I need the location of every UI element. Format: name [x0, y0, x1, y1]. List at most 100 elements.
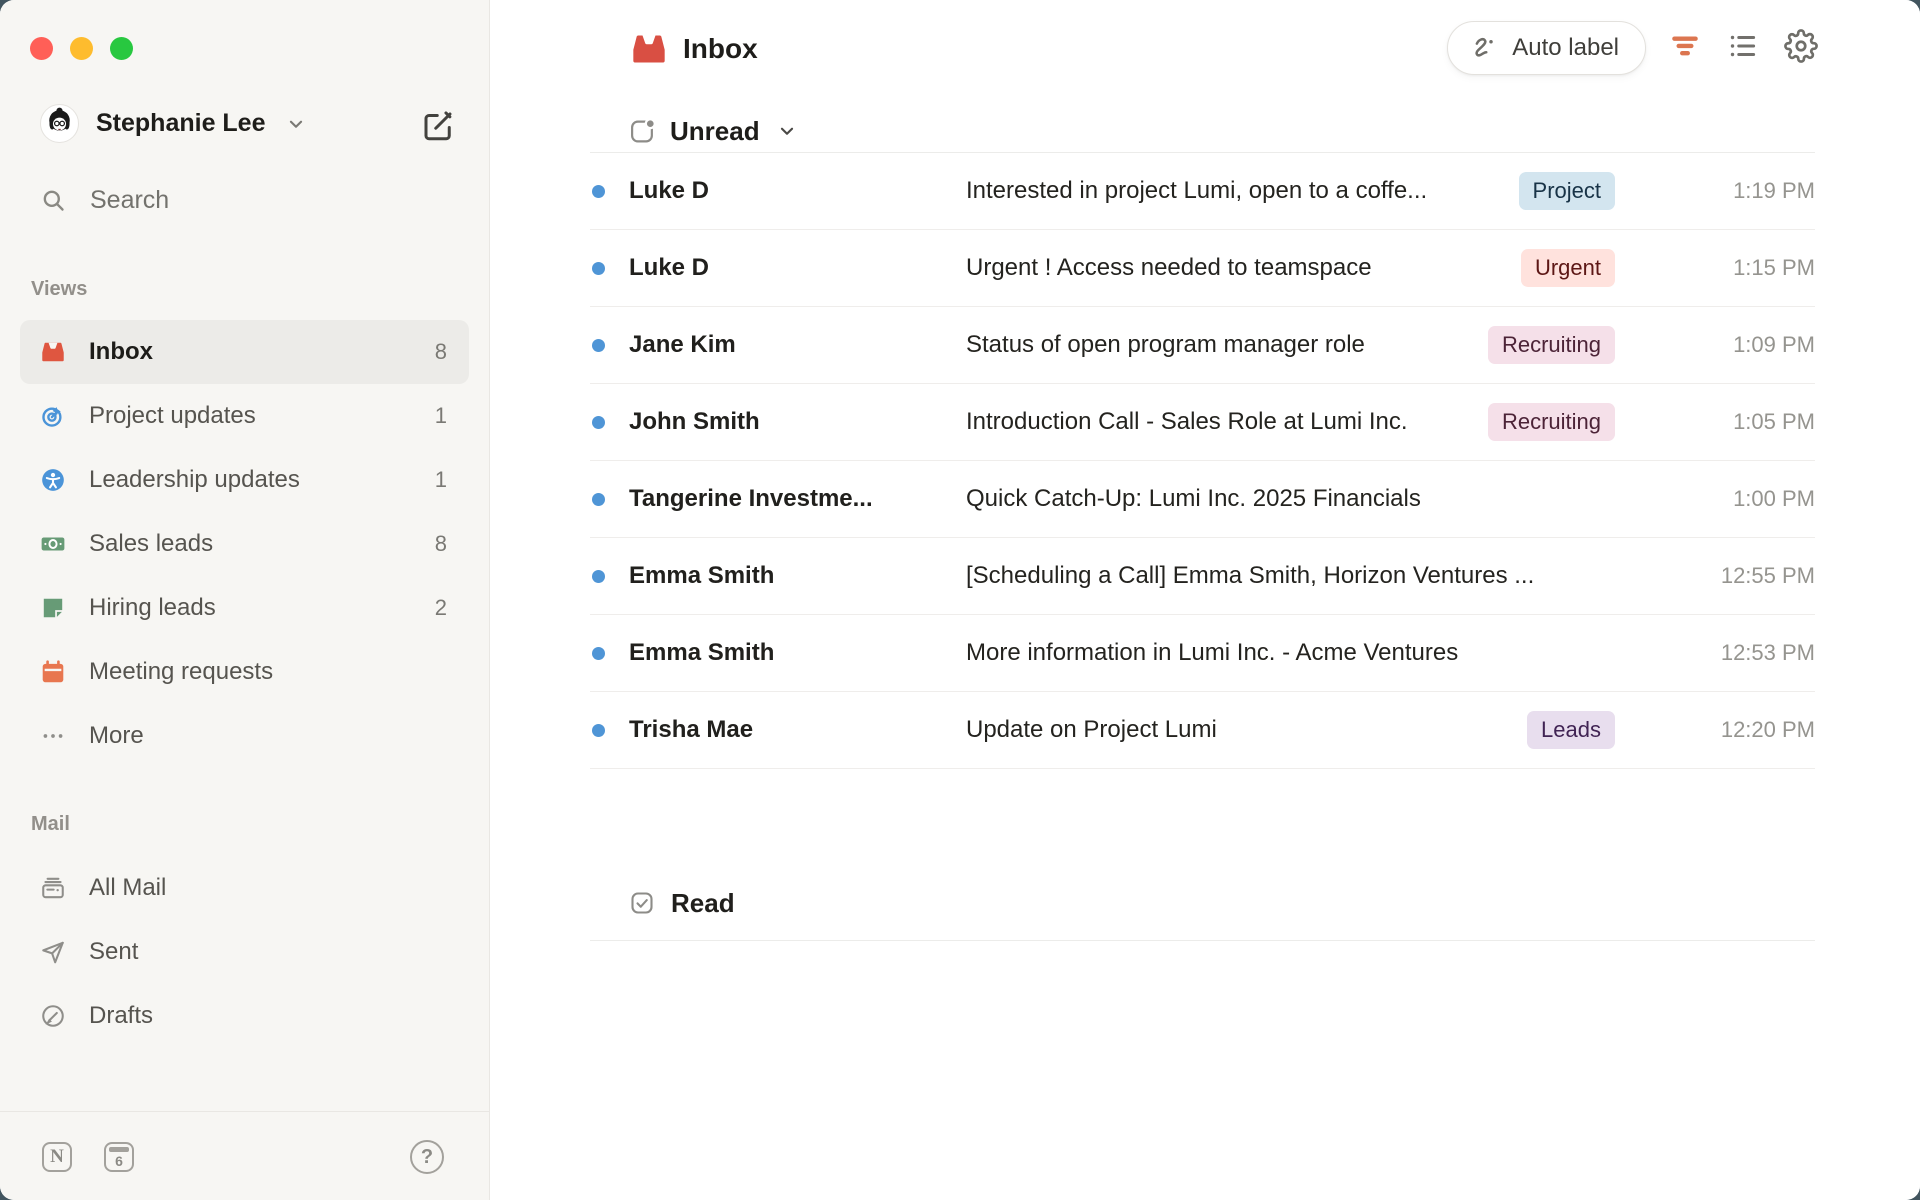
sidebar-item-label: More: [89, 722, 424, 750]
email-row[interactable]: Jane KimStatus of open program manager r…: [590, 307, 1815, 384]
email-row[interactable]: John SmithIntroduction Call - Sales Role…: [590, 384, 1815, 461]
account-switcher[interactable]: Stephanie Lee: [40, 104, 307, 143]
sidebar-item-label: Hiring leads: [89, 594, 412, 622]
money-icon: [40, 531, 66, 557]
sidebar-item-count: 1: [435, 467, 447, 493]
email-label-badge[interactable]: Leads: [1527, 711, 1615, 749]
sidebar-item-inbox[interactable]: Inbox 8: [20, 320, 469, 384]
unread-dot: [592, 570, 605, 583]
search-icon: [40, 187, 67, 214]
email-label-badge[interactable]: Project: [1519, 172, 1615, 210]
email-sender: Jane Kim: [629, 331, 966, 359]
email-subject: Interested in project Lumi, open to a co…: [966, 177, 1519, 205]
sidebar-item-label: Leadership updates: [89, 466, 412, 494]
unread-dot: [592, 185, 605, 198]
read-section-toggle[interactable]: Read: [590, 880, 1815, 926]
email-row[interactable]: Emma Smith[Scheduling a Call] Emma Smith…: [590, 538, 1815, 615]
draft-icon: [40, 1003, 66, 1029]
page-title-group: Inbox: [630, 30, 758, 68]
question-glyph: ?: [421, 1146, 433, 1169]
sidebar-item-leadership-updates[interactable]: Leadership updates 1: [20, 448, 469, 512]
email-time: 1:19 PM: [1615, 178, 1815, 204]
unread-dot-cell: [590, 416, 629, 429]
sidebar-item-hiring-leads[interactable]: Hiring leads 2: [20, 576, 469, 640]
sidebar-item-project-updates[interactable]: Project updates1: [20, 384, 469, 448]
unread-dot: [592, 647, 605, 660]
calendar-icon: [40, 659, 66, 685]
sidebar-item-count: 2: [435, 595, 447, 621]
views-nav: Inbox8Project updates1Leadership updates…: [0, 320, 489, 768]
unread-section-label: Unread: [670, 116, 760, 147]
note-icon: [40, 595, 66, 621]
email-sender: Luke D: [629, 254, 966, 282]
list-view-button[interactable]: [1724, 29, 1762, 67]
person-icon: [40, 467, 66, 493]
email-label-badge[interactable]: Recruiting: [1488, 326, 1615, 364]
send-icon: [40, 939, 66, 965]
unread-section-toggle[interactable]: Unread: [590, 110, 1815, 152]
notion-glyph: N: [50, 1146, 64, 1168]
calendar-band: [109, 1147, 129, 1152]
email-time: 1:15 PM: [1615, 255, 1815, 281]
header-toolbar: Auto label: [1447, 21, 1820, 75]
notion-app-icon[interactable]: N: [42, 1142, 72, 1172]
minimize-window-button[interactable]: [70, 37, 93, 60]
views-section-header: Views: [31, 278, 87, 301]
unread-dot-cell: [590, 262, 629, 275]
sidebar-item-label: Sales leads: [89, 530, 412, 558]
sidebar-item-all-mail[interactable]: All Mail: [20, 856, 469, 920]
unread-dot: [592, 724, 605, 737]
sidebar-item-more[interactable]: More: [20, 704, 469, 768]
zoom-window-button[interactable]: [110, 37, 133, 60]
unread-dot: [592, 262, 605, 275]
sidebar-item-drafts[interactable]: Drafts: [20, 984, 469, 1048]
sidebar-item-label: Inbox: [89, 338, 412, 366]
unread-dot-cell: [590, 570, 629, 583]
email-row[interactable]: Emma SmithMore information in Lumi Inc. …: [590, 615, 1815, 692]
email-list: Unread Luke DInterested in project Lumi,…: [590, 110, 1815, 769]
read-section: Read: [590, 880, 1815, 941]
sidebar-item-count: 8: [435, 339, 447, 365]
inbox-icon: [630, 30, 668, 68]
section-divider: [590, 940, 1815, 941]
auto-label-button[interactable]: Auto label: [1447, 21, 1646, 75]
sidebar-item-label: All Mail: [89, 874, 447, 902]
search-label: Search: [90, 186, 169, 215]
list-icon: [1726, 29, 1760, 68]
mail-section-header: Mail: [31, 813, 70, 836]
read-section-label: Read: [671, 888, 735, 919]
settings-button[interactable]: [1782, 29, 1820, 67]
close-window-button[interactable]: [30, 37, 53, 60]
help-button[interactable]: ?: [410, 1140, 444, 1174]
compose-button[interactable]: [420, 108, 456, 144]
avatar: [40, 104, 79, 143]
email-sender: John Smith: [629, 408, 966, 436]
unread-rows: Luke DInterested in project Lumi, open t…: [590, 153, 1815, 769]
email-sender: Luke D: [629, 177, 966, 205]
calendar-app-icon[interactable]: 6: [104, 1142, 134, 1172]
gear-icon: [1784, 29, 1818, 68]
email-label-badge[interactable]: Recruiting: [1488, 403, 1615, 441]
email-subject: Update on Project Lumi: [966, 716, 1527, 744]
account-name: Stephanie Lee: [96, 109, 266, 138]
email-row[interactable]: Luke DInterested in project Lumi, open t…: [590, 153, 1815, 230]
sidebar-item-meeting-requests[interactable]: Meeting requests: [20, 640, 469, 704]
email-time: 12:53 PM: [1615, 640, 1815, 666]
email-time: 12:20 PM: [1615, 717, 1815, 743]
email-row[interactable]: Trisha MaeUpdate on Project LumiLeads12:…: [590, 692, 1815, 769]
sidebar-item-label: Drafts: [89, 1002, 447, 1030]
search-button[interactable]: Search: [40, 186, 169, 215]
email-subject: Status of open program manager role: [966, 331, 1488, 359]
email-row[interactable]: Luke DUrgent ! Access needed to teamspac…: [590, 230, 1815, 307]
sidebar-item-sent[interactable]: Sent: [20, 920, 469, 984]
main-area: Inbox Auto label Unread L: [490, 0, 1920, 1200]
email-label-badge[interactable]: Urgent: [1521, 249, 1615, 287]
unread-dot-cell: [590, 724, 629, 737]
filter-button[interactable]: [1666, 29, 1704, 67]
email-row[interactable]: Tangerine Investme...Quick Catch-Up: Lum…: [590, 461, 1815, 538]
email-time: 1:00 PM: [1615, 486, 1815, 512]
sidebar-item-label: Sent: [89, 938, 447, 966]
sidebar-item-sales-leads[interactable]: Sales leads8: [20, 512, 469, 576]
sidebar-item-count: 1: [435, 403, 447, 429]
unread-dot-cell: [590, 185, 629, 198]
